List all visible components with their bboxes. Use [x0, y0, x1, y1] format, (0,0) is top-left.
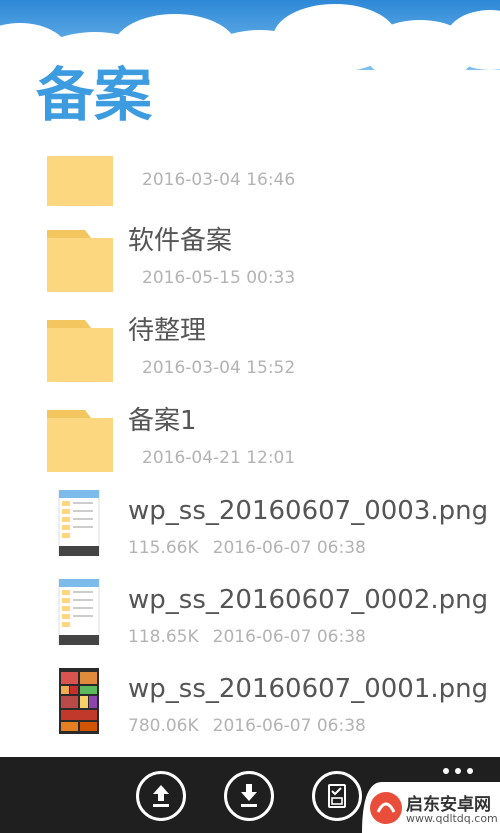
- file-meta: 2016-05-15 00:33: [128, 270, 295, 287]
- download-button[interactable]: [224, 771, 274, 821]
- file-date: 2016-06-07 06:38: [212, 538, 366, 558]
- file-meta: 780.06K 2016-06-07 06:38: [128, 718, 366, 735]
- file-meta: 2016-04-21 12:01: [128, 450, 295, 467]
- file-name: 备案1: [128, 406, 197, 436]
- file-name: wp_ss_20160607_0001.png: [128, 674, 489, 704]
- list-item[interactable]: 备案1 2016-04-21 12:01: [0, 402, 500, 484]
- page-title: 备案: [36, 61, 153, 129]
- file-date: 2016-03-04 15:52: [142, 358, 296, 378]
- file-name: wp_ss_20160607_0003.png: [128, 496, 489, 526]
- list-item[interactable]: wp_ss_20160607_0002.png 118.65K 2016-06-0…: [0, 579, 500, 661]
- file-date: 2016-06-07 06:38: [212, 627, 366, 647]
- file-size: 780.06K: [128, 716, 199, 736]
- folder-icon: [47, 230, 113, 292]
- file-date: 2016-04-21 12:01: [142, 448, 296, 468]
- list-item[interactable]: 软件备案 2016-05-15 00:33: [0, 222, 500, 304]
- file-date: 2016-03-04 16:46: [142, 170, 296, 190]
- image-thumbnail-icon: [59, 668, 99, 734]
- image-thumbnail-icon: [58, 579, 100, 645]
- download-icon: [241, 784, 257, 807]
- file-meta: 118.65K 2016-06-07 06:38: [128, 629, 366, 646]
- folder-icon: [47, 320, 113, 382]
- folder-icon: [47, 410, 113, 472]
- list-item[interactable]: wp_ss_20160607_0001.png 780.06K 2016-06-0…: [0, 668, 500, 750]
- file-meta: 2016-03-04 16:46: [128, 172, 295, 189]
- file-meta: 2016-03-04 15:52: [128, 360, 295, 377]
- file-name: 待整理: [128, 316, 207, 346]
- folder-icon: [47, 156, 113, 206]
- file-name: 软件备案: [128, 226, 233, 256]
- file-size: 118.65K: [128, 627, 199, 647]
- file-date: 2016-05-15 00:33: [142, 268, 296, 288]
- list-item[interactable]: wp_ss_20160607_0003.png 115.66K 2016-06-0…: [0, 490, 500, 572]
- more-icon[interactable]: [442, 765, 474, 777]
- select-button[interactable]: [312, 771, 362, 821]
- list-item[interactable]: 2016-03-04 16:46: [0, 150, 500, 222]
- file-list[interactable]: 2016-03-04 16:46 软件备案 2016-05-15 00:33 待…: [0, 150, 500, 755]
- upload-icon: [153, 785, 169, 807]
- upload-button[interactable]: [136, 771, 186, 821]
- file-meta: 115.66K 2016-06-07 06:38: [128, 540, 366, 557]
- file-date: 2016-06-07 06:38: [212, 716, 366, 736]
- image-thumbnail-icon: [58, 490, 100, 556]
- file-size: 115.66K: [128, 538, 199, 558]
- select-icon: [328, 784, 346, 808]
- file-name: wp_ss_20160607_0002.png: [128, 585, 489, 615]
- list-item[interactable]: 待整理 2016-03-04 15:52: [0, 312, 500, 394]
- watermark-url: www.qdltdq.com: [406, 812, 498, 825]
- watermark: 启东安卓网 www.qdltdq.com: [362, 782, 500, 833]
